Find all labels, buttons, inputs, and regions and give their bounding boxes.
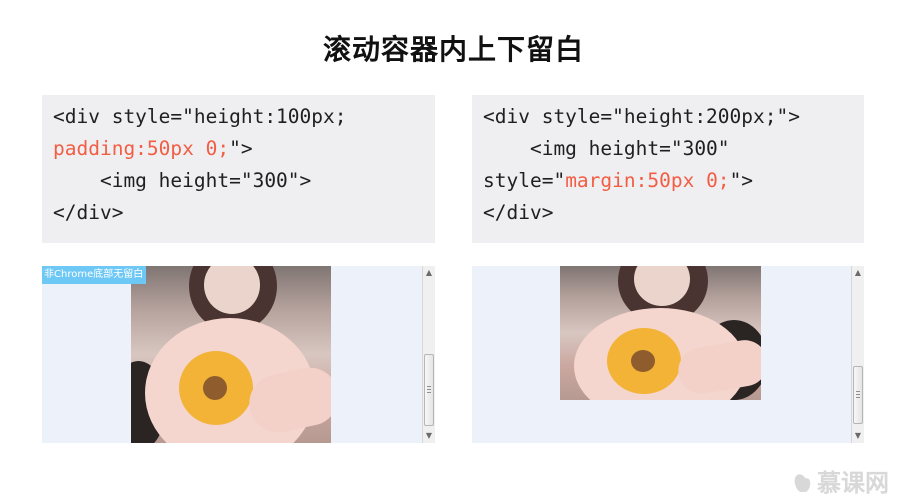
grip-line [856, 391, 860, 392]
right-margin-highlight: margin:50px 0; [565, 169, 730, 192]
flower-center [631, 350, 655, 372]
brand-text: 慕课网 [817, 469, 889, 497]
right-code-line-3-rest: "> [729, 169, 754, 192]
right-code-line-3: style="margin:50px 0;"> [483, 165, 864, 197]
grip-line [427, 389, 431, 390]
right-scroll-thumb[interactable] [853, 366, 863, 424]
flower-center [203, 376, 227, 400]
left-code-line-1: <div style="height:100px; [53, 105, 347, 128]
slide: 滚动容器内上下留白 <div style="height:100px; padd… [0, 0, 907, 504]
grip-line [856, 394, 860, 395]
triangle-down-icon[interactable]: ▼ [854, 431, 862, 441]
grip-line [427, 392, 431, 393]
triangle-down-icon[interactable]: ▼ [425, 431, 433, 441]
grip-line [427, 386, 431, 387]
left-code-snippet: <div style="height:100px; padding:50px 0… [42, 95, 435, 243]
right-code-line-4: </div> [483, 201, 554, 224]
brand-watermark: 慕课网 [792, 463, 889, 498]
left-code-line-4: </div> [53, 201, 124, 224]
right-code-line-3-prefix: style=" [483, 169, 566, 192]
right-scrollbar[interactable]: ▲ ▼ [851, 266, 864, 443]
left-code-line-3: <img height="300"> [53, 169, 312, 192]
left-scroll-container[interactable]: 非Chrome底部无留白 ▲ ▼ [42, 266, 435, 443]
left-demo-photo [131, 266, 331, 443]
triangle-up-icon[interactable]: ▲ [425, 268, 433, 278]
right-demo-photo [560, 266, 761, 400]
left-code-line-2-rest: "> [229, 137, 253, 160]
non-chrome-badge: 非Chrome底部无留白 [42, 266, 147, 284]
left-scroll-thumb[interactable] [424, 354, 434, 426]
right-code-line-2: <img height="300" [483, 137, 730, 160]
left-padding-highlight: padding:50px 0; [53, 137, 230, 160]
triangle-up-icon[interactable]: ▲ [854, 268, 862, 278]
right-code-snippet: <div style="height:200px;"> <img height=… [472, 95, 864, 243]
grip-line [856, 397, 860, 398]
left-scrollbar[interactable]: ▲ ▼ [422, 266, 435, 443]
slide-title: 滚动容器内上下留白 [322, 33, 584, 66]
right-scroll-container[interactable]: ▲ ▼ [472, 266, 864, 443]
left-code-line-2: padding:50px 0;"> [53, 133, 435, 165]
flame-logo-icon [792, 470, 813, 493]
right-code-line-1: <div style="height:200px;"> [483, 105, 800, 128]
